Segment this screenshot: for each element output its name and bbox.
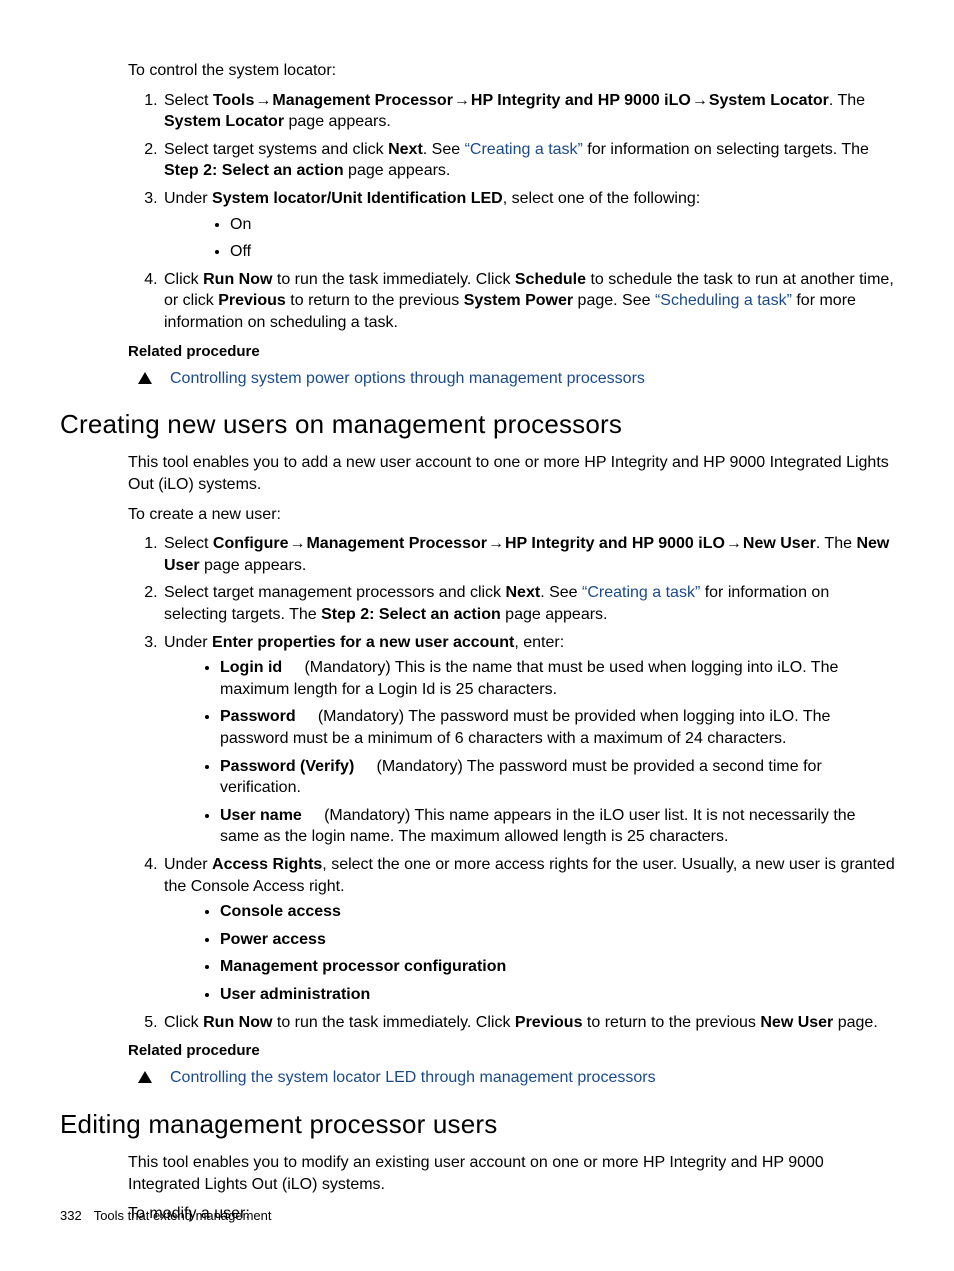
related-item: Controlling system power options through… <box>128 368 896 390</box>
link-creating-a-task[interactable]: “Creating a task” <box>465 141 583 158</box>
property-login-id: Login id (Mandatory) This is the name th… <box>220 657 896 700</box>
step-3: Under System locator/Unit Identification… <box>162 188 896 263</box>
access-user-admin: User administration <box>220 984 896 1006</box>
section2-lead: To create a new user: <box>128 504 896 526</box>
related-procedure-heading: Related procedure <box>128 342 896 362</box>
property-password: Password (Mandatory) The password must b… <box>220 706 896 749</box>
property-password-verify: Password (Verify) (Mandatory) The passwo… <box>220 756 896 799</box>
link-creating-a-task[interactable]: “Creating a task” <box>582 584 700 601</box>
section3-intro: This tool enables you to modify an exist… <box>128 1152 896 1195</box>
page-footer: 332 Tools that extend management <box>60 1207 271 1225</box>
step-2: Select target management processors and … <box>162 582 896 625</box>
property-user-name: User name (Mandatory) This name appears … <box>220 805 896 848</box>
access-rights-list: Console access Power access Management p… <box>164 901 896 1005</box>
link-controlling-system-locator-led[interactable]: Controlling the system locator LED throu… <box>170 1067 656 1089</box>
page-number: 332 <box>60 1208 82 1223</box>
option-list: On Off <box>164 214 896 263</box>
content-block: To control the system locator: Select To… <box>128 60 896 1225</box>
access-console: Console access <box>220 901 896 923</box>
triangle-up-icon <box>138 1071 152 1083</box>
section2-intro: This tool enables you to add a new user … <box>128 452 896 495</box>
link-controlling-system-power[interactable]: Controlling system power options through… <box>170 368 645 390</box>
section-heading-creating-users: Creating new users on management process… <box>60 407 896 442</box>
related-procedure-heading: Related procedure <box>128 1041 896 1061</box>
step-4: Under Access Rights, select the one or m… <box>162 854 896 1006</box>
triangle-up-icon <box>138 372 152 384</box>
footer-title: Tools that extend management <box>94 1208 272 1223</box>
step-1: Select Configure→Management Processor→HP… <box>162 533 896 576</box>
option-off: Off <box>230 241 896 263</box>
page: To control the system locator: Select To… <box>0 0 954 1271</box>
link-scheduling-a-task[interactable]: “Scheduling a task” <box>655 292 792 309</box>
intro-text: To control the system locator: <box>128 60 896 82</box>
section-heading-editing-users: Editing management processor users <box>60 1107 896 1142</box>
step-5: Click Run Now to run the task immediatel… <box>162 1012 896 1034</box>
step-3: Under Enter properties for a new user ac… <box>162 632 896 848</box>
step-2: Select target systems and click Next. Se… <box>162 139 896 182</box>
step-1: Select Tools→Management Processor→HP Int… <box>162 90 896 133</box>
option-on: On <box>230 214 896 236</box>
related-item: Controlling the system locator LED throu… <box>128 1067 896 1089</box>
property-list: Login id (Mandatory) This is the name th… <box>164 657 896 848</box>
access-power: Power access <box>220 929 896 951</box>
access-mp-config: Management processor configuration <box>220 956 896 978</box>
procedure-list-1: Select Tools→Management Processor→HP Int… <box>128 90 896 334</box>
procedure-list-2: Select Configure→Management Processor→HP… <box>128 533 896 1033</box>
step-4: Click Run Now to run the task immediatel… <box>162 269 896 334</box>
